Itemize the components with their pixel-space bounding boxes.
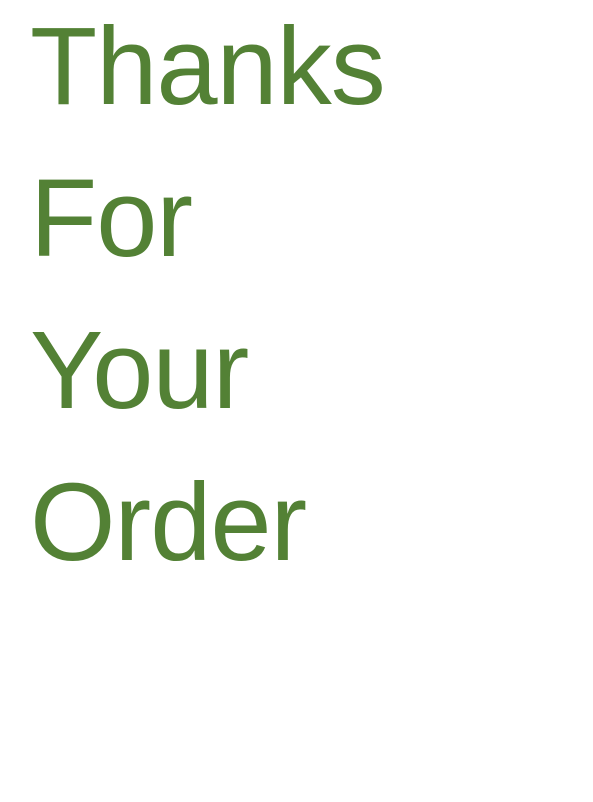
message-line-for: For xyxy=(30,157,193,280)
message-line-thanks: Thanks xyxy=(30,5,386,128)
message-line-order: Order xyxy=(30,461,307,584)
message-line-your: Your xyxy=(30,309,249,432)
thank-you-message: Thanks For Your Order xyxy=(30,0,386,599)
